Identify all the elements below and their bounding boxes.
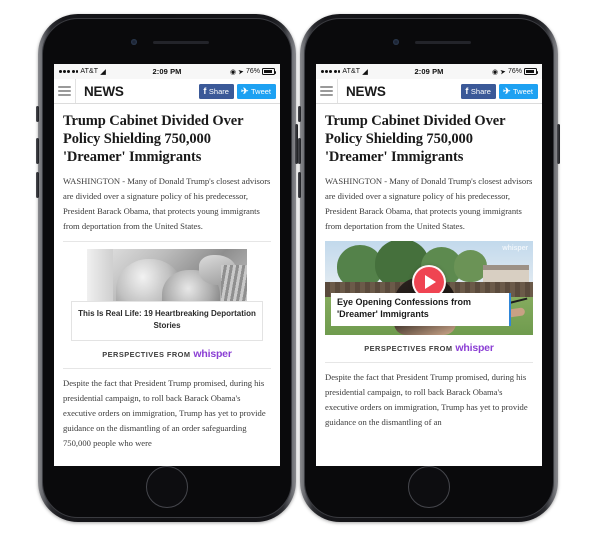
content-divider-2 — [325, 362, 533, 364]
twitter-tweet-button[interactable]: ✈ Tweet — [236, 83, 276, 99]
whisper-watermark: whisper — [502, 245, 528, 253]
ad-caption-text: This Is Real Life: 19 Heartbreaking Depo… — [78, 309, 256, 331]
content-divider — [63, 241, 271, 243]
twitter-icon: ✈ — [502, 85, 511, 96]
twitter-icon: ✈ — [240, 85, 249, 96]
share-button-group: f Share ✈ Tweet — [461, 83, 538, 99]
facebook-icon: f — [465, 85, 469, 96]
location-services-icon: ◉ — [230, 68, 237, 76]
status-bar: AT&T ◢ 2:09 PM ◉ ➤ 76% — [316, 64, 542, 79]
power-button[interactable] — [557, 124, 560, 164]
silent-switch[interactable] — [36, 106, 39, 122]
battery-percent-label: 76% — [246, 68, 261, 75]
hamburger-menu-icon[interactable] — [54, 79, 76, 103]
article-lede-paragraph: WASHINGTON - Many of Donald Trump's clos… — [325, 175, 533, 231]
whisper-branding: PERSPECTIVES FROM whisper — [325, 342, 533, 354]
earpiece-speaker — [153, 41, 209, 44]
whisper-video-ad-card[interactable]: whisper Eye Opening Confessions from 'Dr… — [325, 241, 533, 354]
wifi-icon: ◢ — [100, 66, 106, 76]
clock-label: 2:09 PM — [414, 67, 444, 76]
status-bar: AT&T ◢ 2:09 PM ◉ ➤ 76% — [54, 64, 280, 79]
front-camera-icon — [131, 39, 137, 45]
whisper-image-ad-card[interactable]: This Is Real Life: 19 Heartbreaking Depo… — [63, 249, 271, 360]
twitter-tweet-button[interactable]: ✈ Tweet — [498, 83, 538, 99]
article-body-right: Trump Cabinet Divided Over Policy Shield… — [316, 113, 542, 430]
hamburger-menu-icon[interactable] — [316, 79, 338, 103]
phone-mockup-right: AT&T ◢ 2:09 PM ◉ ➤ 76% NEWS f Share ✈ Tw… — [298, 14, 560, 522]
battery-icon — [524, 68, 539, 75]
video-caption-bar: Eye Opening Confessions from 'Dreamer' I… — [331, 293, 511, 327]
home-button[interactable] — [146, 466, 188, 508]
share-button-group: f Share ✈ Tweet — [199, 83, 276, 99]
clock-label: 2:09 PM — [152, 67, 182, 76]
volume-up-button[interactable] — [298, 138, 301, 164]
battery-icon — [262, 68, 277, 75]
silent-switch[interactable] — [298, 106, 301, 122]
site-brand-label: NEWS — [84, 83, 124, 99]
status-bar-right: ◉ ➤ 76% — [444, 68, 539, 76]
facebook-icon: f — [203, 85, 207, 96]
sensor-row — [300, 38, 558, 46]
status-bar-left: AT&T ◢ — [321, 68, 414, 76]
app-navbar: NEWS f Share ✈ Tweet — [316, 79, 542, 104]
status-bar-right: ◉ ➤ 76% — [182, 68, 277, 76]
facebook-share-button[interactable]: f Share — [461, 83, 496, 99]
home-button[interactable] — [408, 466, 450, 508]
article-body-paragraph: Despite the fact that President Trump pr… — [63, 377, 266, 448]
ad-video-thumbnail[interactable]: whisper Eye Opening Confessions from 'Dr… — [325, 241, 533, 336]
article-lede-paragraph: WASHINGTON - Many of Donald Trump's clos… — [63, 175, 271, 231]
content-divider-2 — [63, 367, 271, 369]
earpiece-speaker — [415, 41, 471, 44]
location-arrow-icon: ➤ — [237, 68, 245, 76]
phone-screen-left: AT&T ◢ 2:09 PM ◉ ➤ 76% NEWS f Share ✈ Tw… — [54, 64, 280, 466]
branding-prefix-label: PERSPECTIVES FROM — [364, 344, 453, 354]
location-services-icon: ◉ — [492, 68, 499, 76]
phone-mockup-left: AT&T ◢ 2:09 PM ◉ ➤ 76% NEWS f Share ✈ Tw… — [36, 14, 298, 522]
facebook-share-label: Share — [208, 86, 229, 96]
facebook-share-label: Share — [470, 86, 491, 96]
article-headline: Trump Cabinet Divided Over Policy Shield… — [63, 113, 244, 165]
twitter-tweet-label: Tweet — [250, 86, 271, 96]
wifi-icon: ◢ — [362, 66, 368, 76]
screenshot-canvas: AT&T ◢ 2:09 PM ◉ ➤ 76% NEWS f Share ✈ Tw… — [0, 0, 596, 538]
app-navbar: NEWS f Share ✈ Tweet — [54, 79, 280, 104]
sensor-row — [38, 38, 296, 46]
article-headline: Trump Cabinet Divided Over Policy Shield… — [325, 113, 506, 165]
volume-down-button[interactable] — [298, 172, 301, 198]
status-bar-left: AT&T ◢ — [59, 68, 152, 76]
carrier-label: AT&T — [342, 68, 361, 75]
whisper-wordmark: whisper — [455, 342, 494, 355]
facebook-share-button[interactable]: f Share — [199, 83, 234, 99]
location-arrow-icon: ➤ — [499, 68, 507, 76]
ad-caption-box: This Is Real Life: 19 Heartbreaking Depo… — [71, 301, 263, 341]
front-camera-icon — [393, 39, 399, 45]
article-body-paragraph: Despite the fact that President Trump pr… — [325, 372, 528, 428]
signal-strength-icon — [59, 70, 79, 73]
whisper-wordmark: whisper — [193, 347, 232, 360]
site-brand-label: NEWS — [346, 83, 386, 99]
carrier-label: AT&T — [80, 68, 99, 75]
video-caption-text: Eye Opening Confessions from 'Dreamer' I… — [337, 297, 472, 320]
volume-down-button[interactable] — [36, 172, 39, 198]
twitter-tweet-label: Tweet — [512, 86, 533, 96]
branding-prefix-label: PERSPECTIVES FROM — [102, 349, 191, 359]
volume-up-button[interactable] — [36, 138, 39, 164]
whisper-branding: PERSPECTIVES FROM whisper — [63, 348, 271, 360]
signal-strength-icon — [321, 70, 341, 73]
battery-percent-label: 76% — [508, 68, 523, 75]
article-body-left: Trump Cabinet Divided Over Policy Shield… — [54, 113, 280, 451]
phone-screen-right: AT&T ◢ 2:09 PM ◉ ➤ 76% NEWS f Share ✈ Tw… — [316, 64, 542, 466]
